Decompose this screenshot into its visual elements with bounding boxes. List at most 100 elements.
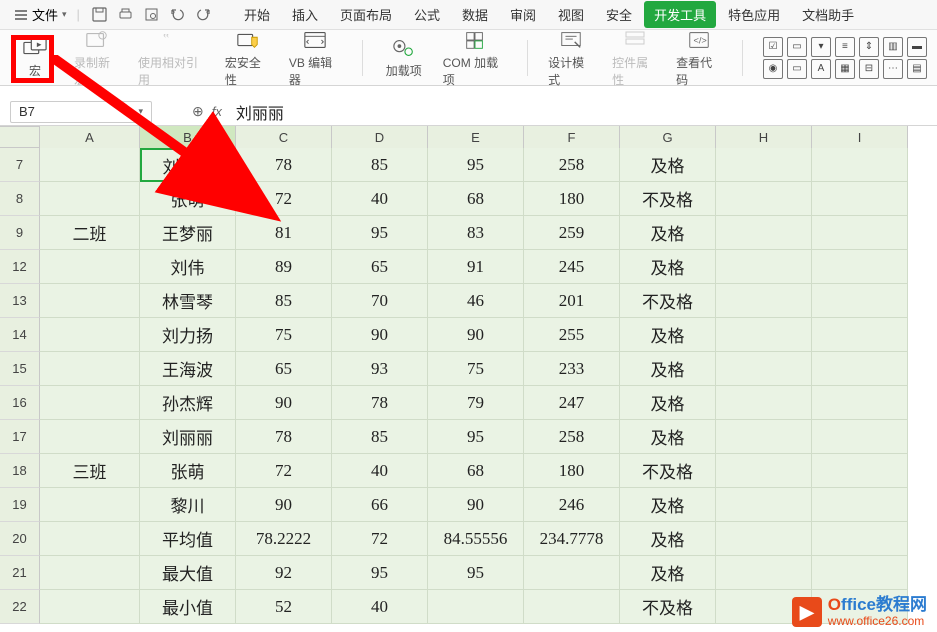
cell[interactable]: 最小值	[140, 590, 236, 624]
design-mode-button[interactable]: 设计模式	[548, 28, 594, 88]
button-control-icon[interactable]: ▬	[907, 37, 927, 57]
col-header-B[interactable]: B	[140, 126, 236, 148]
cell[interactable]: 90	[428, 488, 524, 522]
cell[interactable]: 王海波	[140, 352, 236, 386]
print-icon[interactable]	[116, 5, 136, 25]
tab-formula[interactable]: 公式	[404, 1, 450, 28]
cell[interactable]: 84.55556	[428, 522, 524, 556]
cell[interactable]: 180	[524, 182, 620, 216]
textbox-control-icon[interactable]: ▭	[787, 37, 807, 57]
vb-editor-button[interactable]: VB 编辑器	[289, 28, 342, 88]
cell[interactable]	[716, 216, 812, 250]
cell[interactable]	[716, 556, 812, 590]
cell[interactable]: 刘伟	[140, 250, 236, 284]
cell[interactable]	[40, 488, 140, 522]
tab-layout[interactable]: 页面布局	[330, 1, 402, 28]
cell[interactable]: 二班	[40, 216, 140, 250]
cell[interactable]	[40, 182, 140, 216]
cell[interactable]: 72	[332, 522, 428, 556]
redo-icon[interactable]	[194, 5, 214, 25]
formula-input[interactable]: 刘丽丽	[236, 100, 927, 124]
cell[interactable]: 最大值	[140, 556, 236, 590]
cell[interactable]: 92	[236, 556, 332, 590]
listbox-control-icon[interactable]: ≡	[835, 37, 855, 57]
cell[interactable]: 及格	[620, 148, 716, 182]
row-header[interactable]: 9	[0, 216, 40, 250]
cell[interactable]: 259	[524, 216, 620, 250]
macro-button[interactable]: 宏	[14, 36, 56, 79]
relative-ref-button[interactable]: ‟ 使用相对引用	[138, 28, 207, 88]
cell[interactable]	[524, 556, 620, 590]
cell[interactable]: 刘丽丽	[140, 420, 236, 454]
scrollbar-control-icon[interactable]: ▥	[883, 37, 903, 57]
cell[interactable]: 90	[236, 386, 332, 420]
cell[interactable]: 78	[236, 420, 332, 454]
cell[interactable]: 83	[428, 216, 524, 250]
row-header[interactable]: 16	[0, 386, 40, 420]
cell[interactable]	[716, 454, 812, 488]
col-header-I[interactable]: I	[812, 126, 908, 148]
cell[interactable]: 三班	[40, 454, 140, 488]
cell[interactable]	[812, 488, 908, 522]
cell[interactable]	[812, 148, 908, 182]
cell[interactable]: 79	[428, 386, 524, 420]
cell[interactable]	[40, 250, 140, 284]
cell[interactable]	[40, 352, 140, 386]
cell[interactable]: 258	[524, 148, 620, 182]
cell[interactable]: 张萌	[140, 182, 236, 216]
cell[interactable]: 刘丽丽	[140, 148, 236, 182]
file-menu[interactable]: 文件 ▾	[8, 5, 73, 24]
cell[interactable]: 85	[332, 148, 428, 182]
cell[interactable]: 245	[524, 250, 620, 284]
cell[interactable]: 平均值	[140, 522, 236, 556]
cell[interactable]	[40, 590, 140, 624]
cell[interactable]: 40	[332, 182, 428, 216]
row-header[interactable]: 15	[0, 352, 40, 386]
checkbox-control-icon[interactable]: ☑	[763, 37, 783, 57]
col-header-F[interactable]: F	[524, 126, 620, 148]
tab-insert[interactable]: 插入	[282, 1, 328, 28]
fx-icon[interactable]: fx	[212, 104, 222, 119]
cell[interactable]: 95	[332, 556, 428, 590]
cell[interactable]: 72	[236, 182, 332, 216]
col-header-C[interactable]: C	[236, 126, 332, 148]
cell[interactable]: 孙杰辉	[140, 386, 236, 420]
undo-icon[interactable]	[168, 5, 188, 25]
cell[interactable]: 林雪琴	[140, 284, 236, 318]
tab-control-icon[interactable]: ▤	[907, 59, 927, 79]
cell[interactable]	[812, 216, 908, 250]
cell[interactable]: 不及格	[620, 284, 716, 318]
cell[interactable]: 95	[428, 420, 524, 454]
cell[interactable]: 246	[524, 488, 620, 522]
row-header[interactable]: 12	[0, 250, 40, 284]
cell[interactable]	[812, 284, 908, 318]
cell[interactable]: 68	[428, 454, 524, 488]
cell[interactable]: 89	[236, 250, 332, 284]
col-header-E[interactable]: E	[428, 126, 524, 148]
col-header-G[interactable]: G	[620, 126, 716, 148]
record-macro-button[interactable]: 录制新宏	[74, 28, 120, 88]
cell[interactable]: 40	[332, 590, 428, 624]
com-addins-button[interactable]: COM 加载项	[443, 28, 507, 88]
cell[interactable]	[40, 284, 140, 318]
tab-special[interactable]: 特色应用	[718, 1, 790, 28]
cell[interactable]: 91	[428, 250, 524, 284]
more-controls-icon[interactable]: ⋯	[883, 59, 903, 79]
tab-start[interactable]: 开始	[234, 1, 280, 28]
cell[interactable]	[40, 420, 140, 454]
cell[interactable]	[40, 556, 140, 590]
tab-security[interactable]: 安全	[596, 1, 642, 28]
cell[interactable]	[716, 318, 812, 352]
cell[interactable]: 95	[332, 216, 428, 250]
cell[interactable]	[812, 386, 908, 420]
cell[interactable]: 66	[332, 488, 428, 522]
cell[interactable]: 78	[236, 148, 332, 182]
image-control-icon[interactable]: ▦	[835, 59, 855, 79]
cell[interactable]	[716, 522, 812, 556]
tab-data[interactable]: 数据	[452, 1, 498, 28]
cell[interactable]: 52	[236, 590, 332, 624]
preview-icon[interactable]	[142, 5, 162, 25]
row-header[interactable]: 22	[0, 590, 40, 624]
cell[interactable]: 不及格	[620, 454, 716, 488]
cell[interactable]: 及格	[620, 522, 716, 556]
